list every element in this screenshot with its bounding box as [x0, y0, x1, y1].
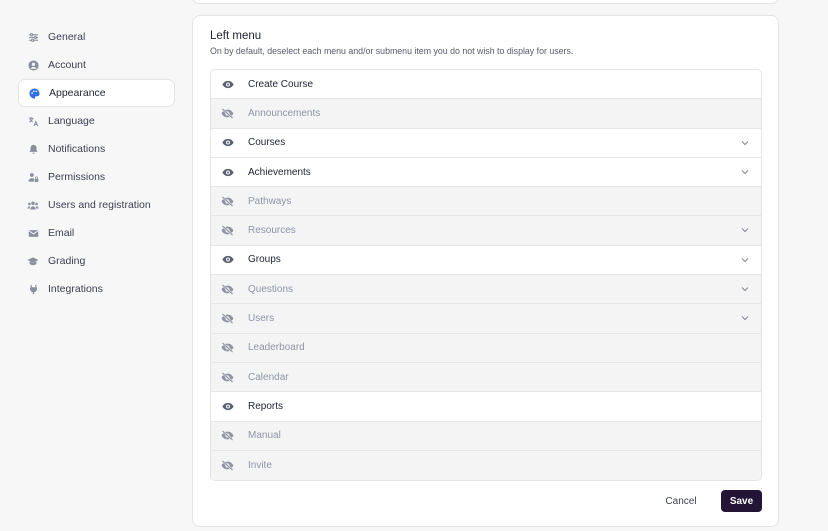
users-icon [27, 199, 39, 211]
menu-row-label: Create Course [248, 78, 314, 90]
sidebar-item-label: Account [48, 59, 86, 71]
menu-row-label: Questions [248, 283, 294, 295]
sidebar-item-label: Grading [48, 255, 86, 267]
chevron-down-icon[interactable] [740, 138, 750, 148]
eye-off-icon[interactable] [221, 459, 234, 472]
eye-icon[interactable] [221, 400, 234, 413]
sidebar-item-appearance[interactable]: Appearance [18, 79, 175, 107]
bell-icon [27, 143, 39, 155]
menu-row-label: Users [248, 313, 275, 325]
menu-row-groups[interactable]: Groups [211, 245, 761, 276]
cancel-button[interactable]: Cancel [661, 490, 701, 512]
eye-off-icon[interactable] [221, 312, 234, 325]
sidebar-item-label: Language [48, 115, 95, 127]
menu-row-announcements[interactable]: Announcements [211, 99, 761, 129]
menu-row-label: Courses [248, 137, 286, 149]
menu-row-resources[interactable]: Resources [211, 216, 761, 246]
menu-row-label: Reports [248, 400, 284, 412]
menu-row-label: Leaderboard [248, 342, 305, 354]
eye-off-icon[interactable] [221, 195, 234, 208]
sidebar-item-account[interactable]: Account [18, 51, 175, 79]
menu-row-label: Manual [248, 430, 281, 442]
settings-sidebar: General Account Appearance Language Notifica… [18, 23, 175, 303]
menu-row-label: Calendar [248, 371, 289, 383]
sidebar-item-label: Users and registration [48, 199, 151, 211]
menu-row-users[interactable]: Users [211, 304, 761, 334]
panel-subtitle: On by default, deselect each menu and/or… [210, 46, 574, 56]
sidebar-item-label: Permissions [48, 171, 106, 183]
sidebar-item-label: General [48, 31, 86, 43]
eye-off-icon[interactable] [221, 224, 234, 237]
envelope-icon [27, 227, 39, 239]
menu-row-label: Achievements [248, 166, 311, 178]
sidebar-item-users-and-registration[interactable]: Users and registration [18, 191, 175, 219]
save-button[interactable]: Save [721, 490, 762, 512]
eye-icon[interactable] [221, 78, 234, 91]
menu-row-leaderboard[interactable]: Leaderboard [211, 333, 761, 363]
menu-row-achievements[interactable]: Achievements [211, 157, 761, 188]
chevron-down-icon[interactable] [740, 284, 750, 294]
palette-icon [28, 87, 40, 99]
sidebar-item-label: Appearance [49, 87, 106, 99]
menu-row-label: Announcements [248, 107, 321, 119]
menu-row-label: Pathways [248, 195, 292, 207]
plug-icon [27, 283, 39, 295]
translate-icon [27, 115, 39, 127]
user-circle-icon [27, 59, 39, 71]
chevron-down-icon[interactable] [740, 167, 750, 177]
eye-off-icon[interactable] [221, 371, 234, 384]
user-lock-icon [27, 171, 39, 183]
eye-icon[interactable] [221, 253, 234, 266]
eye-off-icon[interactable] [221, 341, 234, 354]
menu-row-label: Groups [248, 254, 281, 266]
menu-row-calendar[interactable]: Calendar [211, 362, 761, 393]
sidebar-item-label: Notifications [48, 143, 106, 155]
sliders-icon [27, 31, 39, 43]
menu-row-invite[interactable]: Invite [211, 450, 761, 481]
menu-row-create-course[interactable]: Create Course [211, 70, 761, 100]
chevron-down-icon[interactable] [740, 255, 750, 265]
sidebar-item-language[interactable]: Language [18, 107, 175, 135]
left-menu-panel: Left menu On by default, deselect each m… [192, 15, 779, 527]
chevron-down-icon[interactable] [740, 225, 750, 235]
menu-items-list: Create Course Announcements Courses Achieve… [210, 69, 762, 482]
eye-off-icon[interactable] [221, 429, 234, 442]
sidebar-item-label: Integrations [48, 283, 103, 295]
menu-row-label: Invite [248, 460, 272, 471]
eye-icon[interactable] [221, 136, 234, 149]
panel-title: Left menu [210, 30, 262, 42]
eye-off-icon[interactable] [221, 107, 234, 120]
sidebar-item-integrations[interactable]: Integrations [18, 275, 175, 303]
sidebar-item-grading[interactable]: Grading [18, 247, 175, 275]
menu-row-manual[interactable]: Manual [211, 421, 761, 451]
sidebar-item-general[interactable]: General [18, 23, 175, 51]
sidebar-item-permissions[interactable]: Permissions [18, 163, 175, 191]
menu-row-label: Resources [248, 225, 296, 237]
chevron-down-icon[interactable] [740, 313, 750, 323]
previous-card [192, 0, 779, 4]
menu-row-questions[interactable]: Questions [211, 275, 761, 305]
menu-row-courses[interactable]: Courses [211, 128, 761, 158]
sidebar-item-notifications[interactable]: Notifications [18, 135, 175, 163]
menu-row-reports[interactable]: Reports [211, 392, 761, 422]
eye-icon[interactable] [221, 166, 234, 179]
sidebar-item-email[interactable]: Email [18, 219, 175, 247]
menu-row-pathways[interactable]: Pathways [211, 187, 761, 217]
sidebar-item-label: Email [48, 227, 75, 239]
eye-off-icon[interactable] [221, 283, 234, 296]
graduation-cap-icon [27, 255, 39, 267]
